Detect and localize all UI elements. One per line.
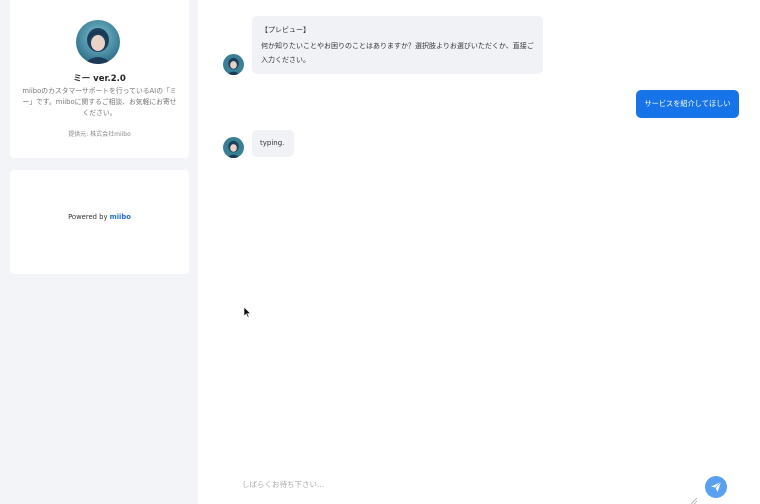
send-icon <box>711 481 722 492</box>
resize-handle-icon[interactable] <box>690 490 698 504</box>
send-button[interactable] <box>705 476 727 498</box>
bot-profile-card: ミー ver.2.0 miiboのカスタマーサポートを行っているAIの「ミー」で… <box>10 0 189 158</box>
message-avatar <box>223 54 244 75</box>
bot-message-title: 【プレビュー】 <box>261 26 310 34</box>
bot-avatar <box>76 20 120 64</box>
chat-area: 【プレビュー】 何か知りたいことやお困りのことはありますか？選択肢よりお選びいた… <box>198 0 760 504</box>
powered-by-brand-link[interactable]: miibo <box>110 213 131 221</box>
powered-by-prefix: Powered by <box>68 213 110 221</box>
user-message: サービスを紹介してほしい <box>636 90 739 118</box>
bot-description: miiboのカスタマーサポートを行っているAIの「ミー」です。miiboに関する… <box>22 87 177 117</box>
bot-message-text: 何か知りたいことやお困りのことはありますか？選択肢よりお選びいただくか、直接ご入… <box>261 42 534 64</box>
typing-indicator: typing. <box>252 130 294 157</box>
bot-name: ミー ver.2.0 <box>73 74 126 84</box>
powered-by-card: Powered by miibo <box>10 170 189 274</box>
chat-app: ミー ver.2.0 miiboのカスタマーサポートを行っているAIの「ミー」で… <box>0 0 760 504</box>
bot-provider: 提供元: 株式会社miibo <box>68 131 131 138</box>
message-avatar <box>223 137 244 158</box>
mouse-pointer-icon <box>243 303 252 318</box>
sidebar: ミー ver.2.0 miiboのカスタマーサポートを行っているAIの「ミー」で… <box>0 0 198 504</box>
bot-message: 【プレビュー】 何か知りたいことやお困りのことはありますか？選択肢よりお選びいた… <box>252 16 543 74</box>
powered-by-text: Powered by miibo <box>10 213 189 221</box>
message-input-container <box>228 470 698 498</box>
message-input[interactable] <box>228 470 698 498</box>
